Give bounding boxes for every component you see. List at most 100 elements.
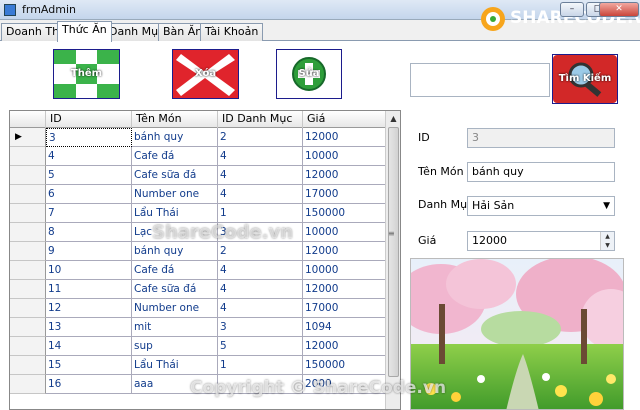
table-cell[interactable]: 3 — [218, 318, 303, 337]
table-cell[interactable]: 12000 — [303, 337, 386, 356]
row-header[interactable] — [10, 299, 46, 318]
table-cell[interactable]: 2 — [218, 128, 303, 147]
table-row[interactable]: 5 Cafe sữa đá 4 12000 — [10, 166, 386, 185]
table-cell[interactable]: 6 — [46, 185, 132, 204]
row-header[interactable] — [10, 261, 46, 280]
table-cell[interactable]: Lẩu Thái — [132, 204, 218, 223]
column-header-id[interactable]: ID — [46, 111, 132, 128]
id-field[interactable]: 3 — [467, 128, 615, 148]
table-cell[interactable]: 14 — [46, 337, 132, 356]
table-cell[interactable]: 10 — [46, 261, 132, 280]
table-row[interactable]: 10 Cafe đá 4 10000 — [10, 261, 386, 280]
table-cell[interactable]: 5 — [46, 166, 132, 185]
table-row[interactable]: 7 Lẩu Thái 1 150000 — [10, 204, 386, 223]
table-cell[interactable]: 7 — [46, 204, 132, 223]
minimize-button[interactable]: – — [560, 2, 584, 17]
tab-tai-khoan[interactable]: Tài Khoản — [200, 23, 264, 41]
table-cell[interactable]: 12 — [46, 299, 132, 318]
table-row[interactable]: 4 Cafe đá 4 10000 — [10, 147, 386, 166]
table-cell[interactable]: 3 — [46, 128, 132, 147]
table-cell[interactable]: 1094 — [303, 318, 386, 337]
table-cell[interactable]: 12000 — [303, 242, 386, 261]
table-cell[interactable]: 12000 — [303, 280, 386, 299]
row-header[interactable] — [10, 318, 46, 337]
table-cell[interactable]: 12000 — [303, 166, 386, 185]
search-button[interactable]: Tìm Kiếm — [552, 54, 618, 104]
table-cell[interactable]: Number one — [132, 299, 218, 318]
table-row[interactable]: 15 Lẩu Thái 1 150000 — [10, 356, 386, 375]
scroll-up-icon[interactable]: ▲ — [386, 111, 400, 126]
tab-thuc-an[interactable]: Thức Ăn — [57, 21, 112, 42]
table-row[interactable]: 12 Number one 4 17000 — [10, 299, 386, 318]
table-cell[interactable]: Lẩu Thái — [132, 356, 218, 375]
spin-up-icon[interactable]: ▲ — [601, 232, 614, 241]
row-header[interactable] — [10, 223, 46, 242]
table-cell[interactable]: 10000 — [303, 223, 386, 242]
row-header[interactable] — [10, 375, 46, 394]
table-cell[interactable]: Cafe sữa đá — [132, 280, 218, 299]
price-stepper[interactable]: 12000 ▲ ▼ — [467, 231, 615, 251]
table-cell[interactable]: 4 — [218, 299, 303, 318]
row-header[interactable] — [10, 242, 46, 261]
search-input[interactable] — [410, 63, 550, 97]
row-header[interactable] — [10, 147, 46, 166]
table-cell[interactable]: Cafe sữa đá — [132, 166, 218, 185]
table-cell[interactable]: 4 — [218, 166, 303, 185]
spin-buttons[interactable]: ▲ ▼ — [600, 232, 614, 250]
table-cell[interactable]: 8 — [46, 223, 132, 242]
table-row[interactable]: 14 sup 5 12000 — [10, 337, 386, 356]
table-cell[interactable]: Cafe đá — [132, 147, 218, 166]
column-header-name[interactable]: Tên Món — [132, 111, 218, 128]
table-cell[interactable]: 1 — [218, 356, 303, 375]
table-cell[interactable]: sup — [132, 337, 218, 356]
edit-button[interactable]: Sửa — [276, 49, 342, 99]
column-header-category-id[interactable]: ID Danh Mục — [218, 111, 303, 128]
table-cell[interactable]: 11 — [46, 280, 132, 299]
table-row[interactable]: ▶ 3 bánh quy 2 12000 — [10, 128, 386, 147]
table-cell[interactable]: 4 — [46, 147, 132, 166]
row-header[interactable] — [10, 185, 46, 204]
table-row[interactable]: 6 Number one 4 17000 — [10, 185, 386, 204]
grid-vertical-scrollbar[interactable]: ▲ ≡ — [385, 111, 400, 409]
scroll-thumb[interactable] — [388, 127, 399, 377]
table-cell[interactable]: 15 — [46, 356, 132, 375]
table-cell[interactable]: 17000 — [303, 185, 386, 204]
add-button[interactable]: Thêm — [53, 49, 120, 99]
table-cell[interactable]: 5 — [218, 337, 303, 356]
table-cell[interactable]: 1 — [218, 204, 303, 223]
table-cell[interactable]: 13 — [46, 318, 132, 337]
category-dropdown[interactable]: Hải Sản ▼ — [467, 196, 615, 216]
table-cell[interactable]: 17000 — [303, 299, 386, 318]
table-cell[interactable]: 4 — [218, 147, 303, 166]
row-header[interactable] — [10, 337, 46, 356]
table-row[interactable]: 11 Cafe sữa đá 4 12000 — [10, 280, 386, 299]
delete-button[interactable]: Xóa — [172, 49, 239, 99]
table-cell[interactable]: Cafe đá — [132, 261, 218, 280]
table-cell[interactable]: 10000 — [303, 147, 386, 166]
table-cell[interactable]: 150000 — [303, 356, 386, 375]
row-header[interactable] — [10, 204, 46, 223]
table-cell[interactable]: 9 — [46, 242, 132, 261]
table-cell[interactable]: Number one — [132, 185, 218, 204]
table-cell[interactable]: 2 — [218, 242, 303, 261]
table-cell[interactable]: 4 — [218, 185, 303, 204]
table-cell[interactable]: 150000 — [303, 204, 386, 223]
table-cell[interactable]: 4 — [218, 280, 303, 299]
row-header[interactable] — [10, 280, 46, 299]
table-row[interactable]: 13 mit 3 1094 — [10, 318, 386, 337]
table-cell[interactable]: 10000 — [303, 261, 386, 280]
table-cell[interactable]: bánh quy — [132, 128, 218, 147]
table-cell[interactable]: bánh quy — [132, 242, 218, 261]
table-cell[interactable]: 12000 — [303, 128, 386, 147]
name-field[interactable]: bánh quy — [467, 162, 615, 182]
table-row[interactable]: 9 bánh quy 2 12000 — [10, 242, 386, 261]
close-button[interactable]: ✕ — [599, 2, 639, 17]
table-cell[interactable]: mit — [132, 318, 218, 337]
row-header[interactable] — [10, 356, 46, 375]
row-header[interactable] — [10, 166, 46, 185]
food-data-grid[interactable]: ID Tên Món ID Danh Mục Giá ▶ 3 bánh quy 2 12… — [9, 110, 401, 410]
table-cell[interactable]: 16 — [46, 375, 132, 394]
column-header-price[interactable]: Giá — [303, 111, 386, 128]
table-cell[interactable]: 4 — [218, 261, 303, 280]
spin-down-icon[interactable]: ▼ — [601, 241, 614, 250]
